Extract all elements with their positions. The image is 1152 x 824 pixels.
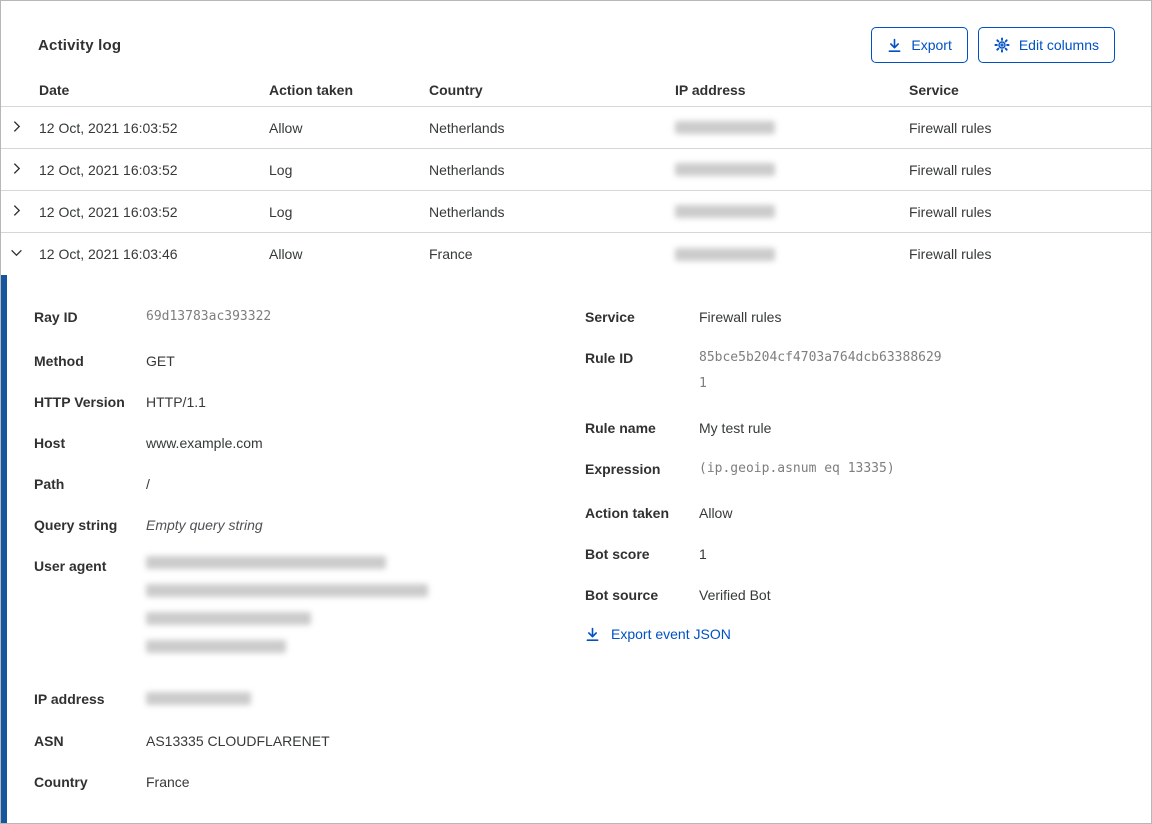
- edit-columns-button[interactable]: Edit columns: [977, 27, 1115, 63]
- cell-country: France: [429, 246, 473, 262]
- detail-label: Expression: [585, 461, 661, 477]
- cell-action: Log: [269, 161, 293, 178]
- detail-label: Rule ID: [585, 350, 634, 366]
- detail-label: IP address: [34, 691, 105, 707]
- column-header-country: Country: [429, 81, 483, 98]
- chevron-right-icon[interactable]: [10, 204, 23, 220]
- export-event-json-link[interactable]: Export event JSON: [585, 626, 1121, 642]
- download-icon: [585, 627, 600, 642]
- redacted-text-line: [146, 556, 386, 569]
- table-row-expanded[interactable]: 12 Oct, 2021 16:03:46 Allow France Firew…: [1, 233, 1151, 275]
- chevron-down-icon[interactable]: [10, 246, 23, 262]
- download-icon: [887, 38, 902, 53]
- table-header-row: Date Action taken Country IP address Ser…: [1, 73, 1151, 107]
- cell-country: Netherlands: [429, 119, 505, 136]
- query-string-value: Empty query string: [146, 517, 263, 533]
- redacted-ip-address: [146, 692, 251, 705]
- cell-date: 12 Oct, 2021 16:03:52: [39, 119, 178, 136]
- export-button-label: Export: [911, 37, 952, 53]
- activity-log-panel: Activity log Export Edit columns Date Ac…: [0, 0, 1152, 824]
- detail-label: Bot source: [585, 587, 659, 603]
- detail-label: User agent: [34, 558, 107, 574]
- table-row[interactable]: 12 Oct, 2021 16:03:52 Allow Netherlands …: [1, 107, 1151, 149]
- gear-icon: [994, 37, 1010, 53]
- redacted-text-line: [146, 584, 428, 597]
- detail-label: Method: [34, 353, 84, 369]
- detail-label: Host: [34, 435, 66, 451]
- detail-left-column: Ray ID 69d13783ac393322 Method GET HTTP …: [34, 307, 585, 813]
- header-actions: Export Edit columns: [871, 27, 1115, 63]
- country-value: France: [146, 774, 190, 790]
- panel-header: Activity log Export Edit columns: [1, 1, 1151, 73]
- path-value: /: [146, 476, 150, 492]
- cell-action: Allow: [269, 246, 303, 262]
- detail-label: Rule name: [585, 420, 656, 436]
- cell-date: 12 Oct, 2021 16:03:52: [39, 161, 178, 178]
- method-value: GET: [146, 353, 175, 369]
- ray-id-value: 69d13783ac393322: [146, 309, 272, 324]
- redacted-ip-address: [675, 163, 775, 176]
- cell-country: Netherlands: [429, 161, 505, 178]
- column-header-service: Service: [909, 81, 959, 98]
- detail-label: Country: [34, 774, 88, 790]
- cell-action: Allow: [269, 119, 303, 136]
- event-detail-panel: Ray ID 69d13783ac393322 Method GET HTTP …: [1, 275, 1151, 823]
- column-header-date: Date: [39, 81, 70, 98]
- detail-label: Service: [585, 309, 635, 325]
- rule-id-value: 85bce5b204cf4703a764dcb633886291: [699, 350, 942, 391]
- page-title: Activity log: [38, 37, 122, 54]
- column-header-ip: IP address: [675, 81, 746, 98]
- redacted-text-line: [146, 640, 286, 653]
- detail-right-column: Service Firewall rules Rule ID 85bce5b20…: [585, 307, 1121, 642]
- chevron-right-icon[interactable]: [10, 120, 23, 136]
- detail-label: Bot score: [585, 546, 650, 562]
- expression-value: (ip.geoip.asnum eq 13335): [699, 461, 895, 476]
- redacted-ip-address: [675, 121, 775, 134]
- detail-label: ASN: [34, 733, 64, 749]
- column-header-action: Action taken: [269, 81, 354, 98]
- export-event-json-label: Export event JSON: [611, 626, 731, 642]
- chevron-right-icon[interactable]: [10, 162, 23, 178]
- asn-value: AS13335 CLOUDFLARENET: [146, 733, 330, 749]
- service-value: Firewall rules: [699, 309, 782, 325]
- table-row[interactable]: 12 Oct, 2021 16:03:52 Log Netherlands Fi…: [1, 191, 1151, 233]
- table-row[interactable]: 12 Oct, 2021 16:03:52 Log Netherlands Fi…: [1, 149, 1151, 191]
- rule-name-value: My test rule: [699, 420, 772, 436]
- detail-label: Path: [34, 476, 65, 492]
- edit-columns-button-label: Edit columns: [1018, 37, 1099, 53]
- cell-service: Firewall rules: [909, 119, 992, 136]
- cell-country: Netherlands: [429, 203, 505, 220]
- action-taken-value: Allow: [699, 505, 733, 521]
- redacted-text-line: [146, 612, 311, 625]
- detail-label: Query string: [34, 517, 118, 533]
- redacted-ip-address: [675, 205, 775, 218]
- detail-label: Ray ID: [34, 309, 78, 325]
- redacted-user-agent: [146, 556, 428, 668]
- http-version-value: HTTP/1.1: [146, 394, 206, 410]
- detail-label: Action taken: [585, 505, 670, 521]
- redacted-ip-address: [675, 247, 775, 261]
- export-button[interactable]: Export: [871, 27, 968, 63]
- bot-source-value: Verified Bot: [699, 587, 771, 603]
- cell-action: Log: [269, 203, 293, 220]
- cell-service: Firewall rules: [909, 246, 992, 262]
- bot-score-value: 1: [699, 546, 707, 562]
- cell-date: 12 Oct, 2021 16:03:46: [39, 246, 178, 262]
- cell-service: Firewall rules: [909, 203, 992, 220]
- cell-service: Firewall rules: [909, 161, 992, 178]
- cell-date: 12 Oct, 2021 16:03:52: [39, 203, 178, 220]
- host-value: www.example.com: [146, 435, 263, 451]
- detail-label: HTTP Version: [34, 394, 125, 410]
